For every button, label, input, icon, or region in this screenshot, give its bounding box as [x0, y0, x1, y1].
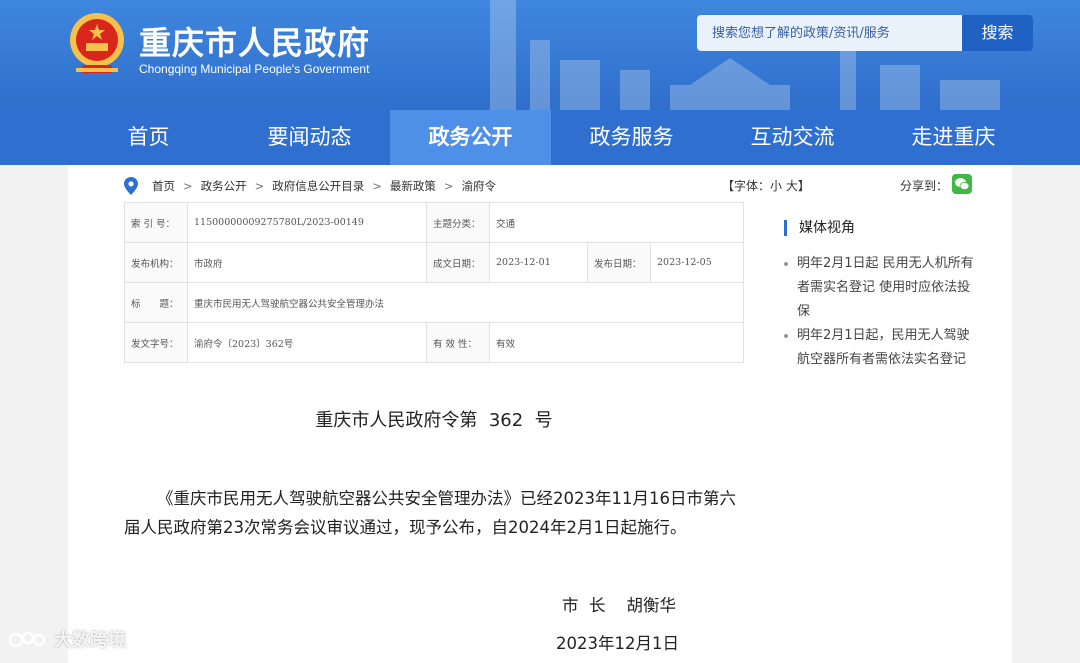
sidebar-title: 媒体视角	[784, 220, 855, 236]
breadcrumb-separator: >	[254, 179, 265, 193]
document-body: 《重庆市民用无人驾驶航空器公共安全管理办法》已经2023年11月16日市第六届人…	[124, 489, 736, 537]
nav-item-interaction[interactable]: 互动交流	[712, 110, 873, 165]
bullet-icon	[784, 334, 788, 338]
meta-label: 成文日期：	[426, 242, 490, 283]
meta-label: 主题分类：	[426, 202, 490, 243]
document-meta-table: 索 引 号： 11500000009275780L/2023-00149 主题分…	[124, 202, 744, 363]
document-signature: 市 长 胡衡华	[562, 596, 676, 615]
breadcrumb-home[interactable]: 首页	[152, 178, 175, 194]
sidebar-news-item[interactable]: 明年2月1日起 民用无人机所有者需实名登记 使用时应依法投保	[784, 252, 974, 324]
search-input[interactable]	[697, 15, 962, 51]
share-label: 分享到：	[900, 179, 949, 193]
breadcrumb-gov-affairs[interactable]: 政务公开	[201, 178, 247, 194]
meta-label: 有 效 性：	[426, 322, 490, 363]
search-box[interactable]	[697, 15, 962, 51]
breadcrumb-decree[interactable]: 渝府令	[462, 178, 497, 194]
meta-value: 11500000009275780L/2023-00149	[187, 202, 427, 243]
sidebar-news-item[interactable]: 明年2月1日起，民用无人驾驶航空器所有者需依法实名登记	[784, 324, 974, 372]
national-emblem-icon	[70, 13, 124, 73]
meta-value: 2023-12-05	[650, 242, 744, 283]
site-title[interactable]: 重庆市人民政府	[139, 18, 370, 64]
watermark-text: 大数跨境	[54, 630, 126, 651]
meta-label: 标 题：	[124, 282, 188, 323]
breadcrumb-catalog[interactable]: 政府信息公开目录	[272, 178, 364, 194]
meta-row: 发文字号： 渝府令〔2023〕362号 有 效 性： 有效	[124, 322, 744, 363]
breadcrumb-latest-policy[interactable]: 最新政策	[390, 178, 436, 194]
sidebar-news-link[interactable]: 明年2月1日起，民用无人驾驶航空器所有者需依法实名登记	[797, 328, 970, 367]
breadcrumb-separator: >	[372, 179, 382, 193]
wechat-share-icon[interactable]	[952, 174, 972, 194]
meta-row: 发布机构： 市政府 成文日期： 2023-12-01 发布日期： 2023-12…	[124, 242, 744, 283]
meta-value: 有效	[489, 322, 744, 363]
meta-label: 发布机构：	[124, 242, 188, 283]
nav-item-home[interactable]: 首页	[68, 110, 229, 165]
search-button[interactable]: 搜索	[962, 15, 1033, 51]
meta-value: 市政府	[187, 242, 427, 283]
sidebar-news-link[interactable]: 明年2月1日起 民用无人机所有者需实名登记 使用时应依法投保	[797, 256, 974, 319]
watermark: 大数跨境	[8, 626, 126, 652]
bullet-icon	[784, 262, 788, 266]
meta-value: 重庆市民用无人驾驶航空器公共安全管理办法	[187, 282, 744, 323]
location-pin-icon	[124, 177, 138, 195]
meta-label: 索 引 号：	[124, 202, 188, 243]
nav-item-about-chongqing[interactable]: 走进重庆	[873, 110, 1034, 165]
meta-value: 2023-12-01	[489, 242, 588, 283]
main-nav: 首页 要闻动态 政务公开 政务服务 互动交流 走进重庆	[0, 110, 1080, 165]
document-heading: 重庆市人民政府令第 362 号	[315, 410, 553, 431]
watermark-logo-icon	[8, 631, 46, 648]
breadcrumb-separator: >	[183, 179, 193, 193]
breadcrumb: 首页 > 政务公开 > 政府信息公开目录 > 最新政策 > 渝府令	[124, 176, 496, 196]
nav-item-services[interactable]: 政务服务	[551, 110, 712, 165]
font-size-switch[interactable]: 【字体：小 大】	[722, 177, 810, 194]
nav-item-news[interactable]: 要闻动态	[229, 110, 390, 165]
meta-row: 标 题： 重庆市民用无人驾驶航空器公共安全管理办法	[124, 282, 744, 323]
document-date: 2023年12月1日	[556, 634, 679, 653]
nav-item-gov-affairs[interactable]: 政务公开	[390, 110, 551, 165]
site-subtitle: Chongqing Municipal People's Government	[139, 62, 370, 76]
meta-value: 渝府令〔2023〕362号	[187, 322, 427, 363]
meta-label: 发文字号：	[124, 322, 188, 363]
meta-value: 交通	[489, 202, 744, 243]
site-header: 重庆市人民政府 Chongqing Municipal People's Gov…	[0, 0, 1080, 110]
breadcrumb-separator: >	[443, 179, 454, 193]
meta-label: 发布日期：	[587, 242, 651, 283]
meta-row: 索 引 号： 11500000009275780L/2023-00149 主题分…	[124, 202, 744, 243]
